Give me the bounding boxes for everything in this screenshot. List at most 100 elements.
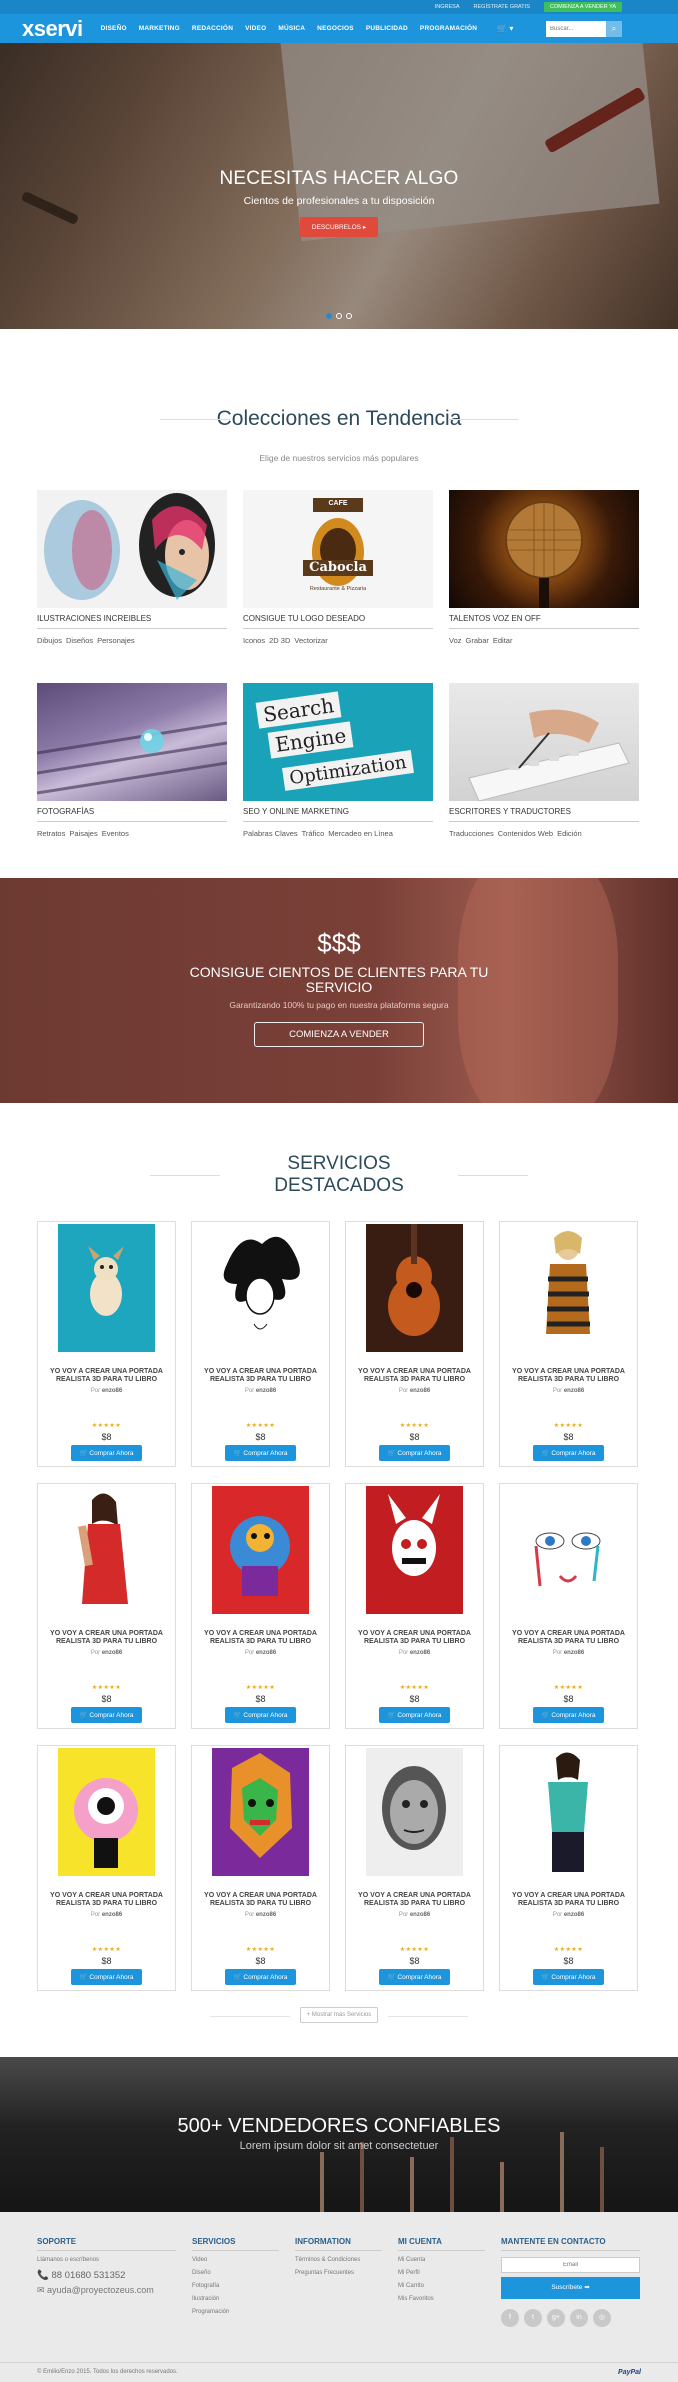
collection-tag[interactable]: Paisajes (69, 829, 97, 838)
instagram-icon[interactable]: ◎ (593, 2308, 611, 2327)
nav-video[interactable]: VIDEO (245, 25, 266, 32)
collection-card[interactable]: ESCRITORES Y TRADUCTORES Traducciones Co… (449, 683, 639, 838)
collection-tag[interactable]: Contenidos Web (498, 829, 553, 838)
collection-tag[interactable]: Vectorizar (294, 636, 327, 645)
service-card[interactable]: YO VOY A CREAR UNA PORTADA REALISTA 3D P… (37, 1744, 176, 1991)
service-title[interactable]: YO VOY A CREAR UNA PORTADA REALISTA 3D P… (46, 1368, 167, 1386)
discover-button[interactable]: DESCUBRELOS ▸ (299, 217, 379, 237)
buy-now-button[interactable]: 🛒 Comprar Ahora (224, 1445, 297, 1462)
collection-tag[interactable]: Diseños (66, 636, 93, 645)
nav-musica[interactable]: MÚSICA (278, 25, 305, 32)
service-card[interactable]: YO VOY A CREAR UNA PORTADA REALISTA 3D P… (499, 1744, 638, 1991)
collection-tag[interactable]: Palabras Claves (243, 829, 298, 838)
service-card[interactable]: YO VOY A CREAR UNA PORTADA REALISTA 3D P… (499, 1482, 638, 1729)
collection-tag[interactable]: Traducciones (449, 829, 494, 838)
collection-image[interactable] (37, 683, 227, 801)
support-email[interactable]: ✉ ayuda@proyectozeus.com (37, 2285, 192, 2296)
service-title[interactable]: YO VOY A CREAR UNA PORTADA REALISTA 3D P… (508, 1630, 629, 1648)
service-card[interactable]: YO VOY A CREAR UNA PORTADA REALISTA 3D P… (191, 1744, 330, 1991)
service-title[interactable]: YO VOY A CREAR UNA PORTADA REALISTA 3D P… (200, 1630, 321, 1648)
collection-tag[interactable]: Personajes (97, 636, 135, 645)
service-title[interactable]: YO VOY A CREAR UNA PORTADA REALISTA 3D P… (508, 1368, 629, 1386)
collection-tag[interactable]: Eventos (102, 829, 129, 838)
service-card[interactable]: YO VOY A CREAR UNA PORTADA REALISTA 3D P… (37, 1220, 176, 1467)
service-image[interactable] (58, 1747, 155, 1876)
service-title[interactable]: YO VOY A CREAR UNA PORTADA REALISTA 3D P… (46, 1892, 167, 1910)
footer-link[interactable]: Términos & Condiciones (295, 2257, 398, 2263)
collection-tag[interactable]: Edición (557, 829, 582, 838)
start-selling-button[interactable]: COMIENZA A VENDER YA (543, 2, 622, 12)
twitter-icon[interactable]: t (524, 2308, 542, 2327)
collection-tag[interactable]: Mercadeo en Línea (328, 829, 393, 838)
nav-negocios[interactable]: NEGOCIOS (317, 25, 354, 32)
collection-tag[interactable]: Retratos (37, 829, 65, 838)
service-title[interactable]: YO VOY A CREAR UNA PORTADA REALISTA 3D P… (354, 1368, 475, 1386)
footer-link[interactable]: Ilustración (192, 2296, 295, 2302)
buy-now-button[interactable]: 🛒 Comprar Ahora (532, 1707, 605, 1724)
service-image[interactable] (58, 1223, 155, 1352)
footer-link[interactable]: Mi Perfil (398, 2270, 501, 2276)
service-card[interactable]: YO VOY A CREAR UNA PORTADA REALISTA 3D P… (345, 1744, 484, 1991)
collection-tag[interactable]: Dibujos (37, 636, 62, 645)
footer-link[interactable]: Mi Carrito (398, 2283, 501, 2289)
subscribe-button[interactable]: Suscríbete ➡ (501, 2276, 640, 2299)
slider-dot[interactable] (336, 313, 342, 319)
footer-link[interactable]: Diseño (192, 2270, 295, 2276)
service-image[interactable] (366, 1485, 463, 1614)
service-image[interactable] (366, 1747, 463, 1876)
show-more-button[interactable]: + Mostrar más Servicios (299, 2006, 379, 2023)
collection-image[interactable] (449, 683, 639, 801)
collection-image[interactable] (449, 490, 639, 608)
newsletter-email-input[interactable] (501, 2256, 640, 2273)
collection-tag[interactable]: Grabar (466, 636, 489, 645)
service-image[interactable] (212, 1485, 309, 1614)
service-title[interactable]: YO VOY A CREAR UNA PORTADA REALISTA 3D P… (354, 1630, 475, 1648)
buy-now-button[interactable]: 🛒 Comprar Ahora (532, 1445, 605, 1462)
nav-redaccion[interactable]: REDACCIÓN (192, 25, 233, 32)
login-link[interactable]: INGRESA (435, 4, 460, 10)
service-image[interactable] (58, 1485, 155, 1614)
buy-now-button[interactable]: 🛒 Comprar Ahora (70, 1707, 143, 1724)
nav-programacion[interactable]: PROGRAMACIÓN (420, 25, 477, 32)
footer-link[interactable]: Mis Favoritos (398, 2296, 501, 2302)
linkedin-icon[interactable]: in (570, 2308, 588, 2327)
buy-now-button[interactable]: 🛒 Comprar Ahora (532, 1969, 605, 1986)
buy-now-button[interactable]: 🛒 Comprar Ahora (378, 1707, 451, 1724)
buy-now-button[interactable]: 🛒 Comprar Ahora (70, 1969, 143, 1986)
collection-tag[interactable]: Editar (493, 636, 513, 645)
service-title[interactable]: YO VOY A CREAR UNA PORTADA REALISTA 3D P… (200, 1368, 321, 1386)
service-image[interactable] (212, 1223, 309, 1352)
collection-image[interactable]: Search Engine Optimization (243, 683, 433, 801)
collection-image[interactable] (37, 490, 227, 608)
register-link[interactable]: REGÍSTRATE GRATIS (474, 4, 530, 10)
collection-image[interactable]: CAFE Cabocla Restaurante & Pizzaria (243, 490, 433, 608)
buy-now-button[interactable]: 🛒 Comprar Ahora (224, 1969, 297, 1986)
search-input[interactable] (546, 21, 606, 37)
footer-link[interactable]: Preguntas Frecuentes (295, 2270, 398, 2276)
collection-card[interactable]: ILUSTRACIONES INCREIBLES Dibujos Diseños… (37, 490, 227, 645)
service-image[interactable] (212, 1747, 309, 1876)
service-title[interactable]: YO VOY A CREAR UNA PORTADA REALISTA 3D P… (508, 1892, 629, 1910)
footer-link[interactable]: Programación (192, 2309, 295, 2315)
collection-tag[interactable]: Tráfico (302, 829, 325, 838)
collection-card[interactable]: CAFE Cabocla Restaurante & Pizzaria CONS… (243, 490, 433, 645)
cart-icon[interactable]: 🛒 ▾ (497, 24, 513, 33)
service-title[interactable]: YO VOY A CREAR UNA PORTADA REALISTA 3D P… (46, 1630, 167, 1648)
facebook-icon[interactable]: f (501, 2308, 519, 2327)
buy-now-button[interactable]: 🛒 Comprar Ahora (70, 1445, 143, 1462)
footer-link[interactable]: Fotografía (192, 2283, 295, 2289)
service-card[interactable]: YO VOY A CREAR UNA PORTADA REALISTA 3D P… (37, 1482, 176, 1729)
footer-link[interactable]: Video (192, 2257, 295, 2263)
collection-tag[interactable]: Voz (449, 636, 462, 645)
service-image[interactable] (366, 1223, 463, 1352)
service-image[interactable] (520, 1485, 617, 1614)
slider-dot[interactable] (326, 313, 332, 319)
footer-link[interactable]: Mi Cuenta (398, 2257, 501, 2263)
service-image[interactable] (520, 1223, 617, 1352)
service-card[interactable]: YO VOY A CREAR UNA PORTADA REALISTA 3D P… (345, 1482, 484, 1729)
collection-tag[interactable]: 2D 3D (269, 636, 290, 645)
service-card[interactable]: YO VOY A CREAR UNA PORTADA REALISTA 3D P… (191, 1482, 330, 1729)
buy-now-button[interactable]: 🛒 Comprar Ahora (224, 1707, 297, 1724)
service-card[interactable]: YO VOY A CREAR UNA PORTADA REALISTA 3D P… (345, 1220, 484, 1467)
nav-diseno[interactable]: DISEÑO (101, 25, 127, 32)
